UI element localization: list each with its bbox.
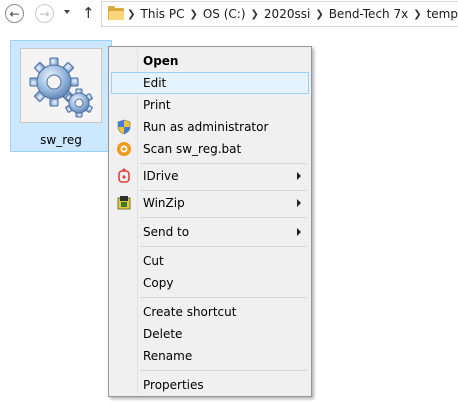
- menu-item-open[interactable]: Open: [111, 50, 309, 72]
- breadcrumb-os-c[interactable]: OS (C:): [203, 7, 246, 21]
- menu-separator: [140, 190, 307, 191]
- shield-icon: [116, 119, 132, 135]
- menu-item-winzip[interactable]: WinZip: [111, 192, 309, 214]
- menu-item-label: Delete: [143, 327, 183, 341]
- menu-item-label: WinZip: [143, 196, 185, 210]
- address-bar[interactable]: ❯ This PC ❯ OS (C:) ❯ 2020ssi ❯ Bend-Tec…: [101, 1, 458, 27]
- menu-item-label: Edit: [143, 76, 167, 90]
- menu-item-label: IDrive: [143, 169, 179, 183]
- menu-separator: [140, 163, 307, 164]
- breadcrumb-separator-icon[interactable]: ❯: [251, 9, 259, 20]
- menu-item-label: Rename: [143, 349, 193, 363]
- menu-item-idrive[interactable]: IDrive: [111, 165, 309, 187]
- menu-item-label: Print: [143, 98, 171, 112]
- breadcrumb-separator-icon[interactable]: ❯: [315, 9, 323, 20]
- menu-item-cut[interactable]: Cut: [111, 250, 309, 272]
- back-button[interactable]: ←: [5, 4, 24, 23]
- breadcrumb-separator-icon[interactable]: ❯: [127, 9, 135, 20]
- menu-item-print[interactable]: Print: [111, 94, 309, 116]
- winzip-icon: [116, 195, 132, 211]
- menu-separator: [140, 246, 307, 247]
- recent-locations-dropdown[interactable]: [64, 10, 70, 14]
- menu-item-edit[interactable]: Edit: [111, 72, 309, 94]
- up-button[interactable]: ↑: [82, 3, 95, 23]
- menu-separator: [140, 297, 307, 298]
- menu-item-label: Cut: [143, 254, 164, 268]
- arrow-left-icon: ←: [9, 6, 20, 21]
- menu-item-label: Scan sw_reg.bat: [143, 142, 242, 156]
- file-thumbnail: [20, 48, 102, 123]
- menu-separator: [140, 370, 307, 371]
- file-item-sw-reg[interactable]: sw_reg: [10, 40, 112, 152]
- menu-item-rename[interactable]: Rename: [111, 345, 309, 367]
- submenu-arrow-icon: [297, 228, 301, 236]
- menu-item-label: Copy: [143, 276, 174, 290]
- menu-item-delete[interactable]: Delete: [111, 323, 309, 345]
- arrow-up-icon: ↑: [82, 4, 95, 22]
- forward-button[interactable]: →: [35, 4, 54, 23]
- menu-item-label: Properties: [143, 378, 204, 392]
- menu-item-send-to[interactable]: Send to: [111, 221, 309, 243]
- breadcrumb-temp[interactable]: temp: [427, 7, 458, 21]
- arrow-right-icon: →: [39, 6, 50, 21]
- menu-item-label: Open: [143, 54, 179, 68]
- file-name-label: sw_reg: [40, 133, 82, 147]
- breadcrumb-2020ssi[interactable]: 2020ssi: [264, 7, 310, 21]
- gears-icon: [29, 57, 93, 118]
- breadcrumb-separator-icon[interactable]: ❯: [189, 9, 197, 20]
- context-menu: Open Edit Print Run as administrator Sca…: [108, 46, 312, 397]
- breadcrumb-bend-tech[interactable]: Bend-Tech 7x: [329, 7, 409, 21]
- submenu-arrow-icon: [297, 172, 301, 180]
- idrive-icon: [116, 168, 132, 184]
- menu-item-label: Send to: [143, 225, 190, 239]
- submenu-arrow-icon: [297, 199, 301, 207]
- menu-item-properties[interactable]: Properties: [111, 374, 309, 396]
- breadcrumb-this-pc[interactable]: This PC: [141, 7, 185, 21]
- menu-item-label: Run as administrator: [143, 120, 269, 134]
- antivirus-icon: [116, 141, 132, 157]
- menu-item-run-as-admin[interactable]: Run as administrator: [111, 116, 309, 138]
- menu-separator: [140, 217, 307, 218]
- menu-item-create-shortcut[interactable]: Create shortcut: [111, 301, 309, 323]
- navigation-bar: ← → ↑ ❯ This PC ❯ OS (C:) ❯ 2020ssi ❯ Be…: [0, 0, 458, 30]
- menu-item-scan[interactable]: Scan sw_reg.bat: [111, 138, 309, 160]
- folder-icon: [108, 6, 124, 20]
- menu-item-label: Create shortcut: [143, 305, 237, 319]
- menu-item-copy[interactable]: Copy: [111, 272, 309, 294]
- breadcrumb-separator-icon[interactable]: ❯: [413, 9, 421, 20]
